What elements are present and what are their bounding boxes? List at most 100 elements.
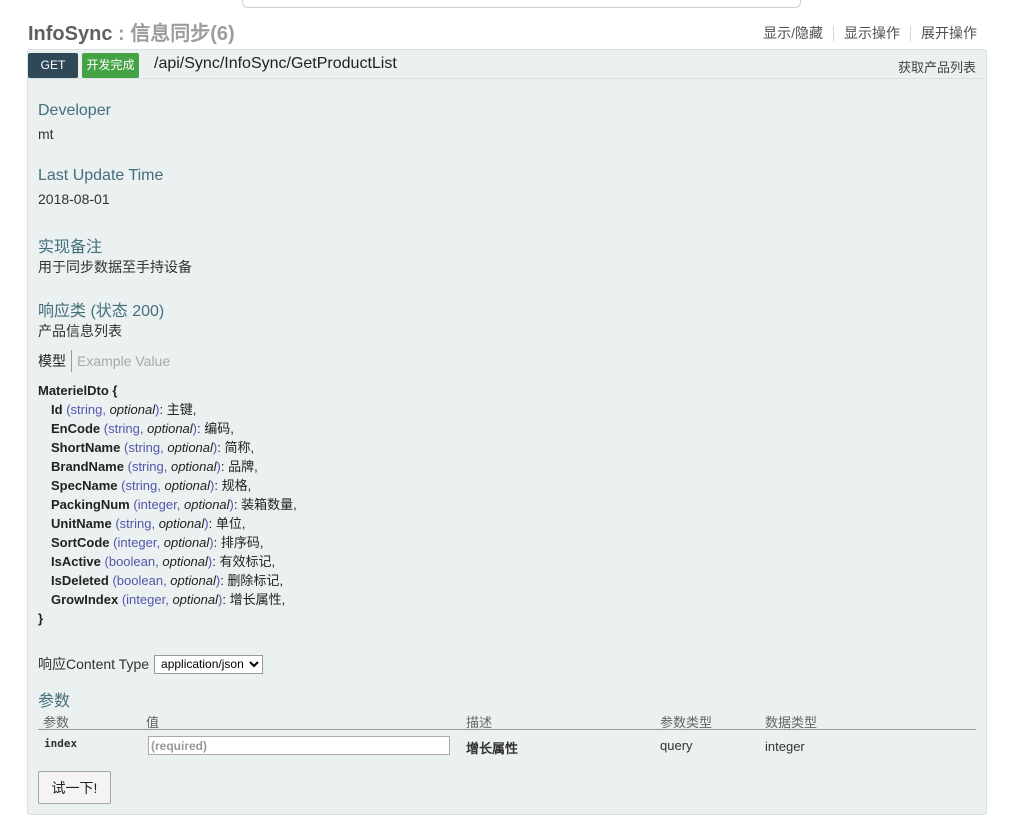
model-close-brace: } [38,611,44,626]
property-colon: : [208,516,216,531]
value-col-header: 值 [146,715,160,730]
property-description: 装箱数量 [241,497,294,512]
try-it-out-button[interactable]: 试一下! [38,771,111,804]
property-description: 品牌 [228,459,255,474]
tab-model[interactable]: 模型 [38,351,71,371]
parameters-table: 参数 值 描述 参数类型 数据类型 index 增长属性 query integ… [38,710,976,762]
model-signature: MaterielDto { Id (string, optional): 主键,… [38,381,297,628]
property-colon: : [213,535,221,550]
property-optional: optional [172,592,218,607]
param-type: query [660,738,693,753]
model-open-brace: { [108,383,118,398]
model-property: UnitName (string, optional): 单位, [38,514,297,533]
property-colon: : [214,478,222,493]
property-comma: , [230,421,234,436]
property-comma: , [247,478,252,493]
response-class-value: 产品信息列表 [38,323,122,339]
expand-operations-link[interactable]: 展开操作 [911,23,977,43]
parameters-heading: 参数 [38,693,71,710]
model-property: IsDeleted (boolean, optional): 删除标记, [38,571,297,590]
property-description: 排序码 [220,535,260,550]
implementation-notes-value: 用于同步数据至手持设备 [38,259,192,275]
data-type-col-header: 数据类型 [765,715,818,730]
response-class-heading: 响应类 (状态 200) [38,303,165,320]
property-description: 有效标记 [219,554,272,569]
property-name: PackingNum [51,497,130,512]
resource-name[interactable]: InfoSync [28,23,112,45]
operation-summary[interactable]: 获取产品列表 [898,57,976,76]
model-property: SpecName (string, optional): 规格, [38,476,297,495]
property-type-comma: , [102,402,110,417]
property-type-comma: , [163,459,171,474]
property-optional: optional [184,497,230,512]
property-description: 删除标记 [227,573,280,588]
model-property: PackingNum (integer, optional): 装箱数量, [38,495,297,514]
property-name: SortCode [51,535,110,550]
property-optional: optional [164,478,211,493]
property-comma: , [192,402,197,417]
param-col-header: 参数 [43,715,70,730]
content-type-select[interactable]: application/json [154,654,264,674]
toggle-show-hide-link[interactable]: 显示/隐藏 [753,23,833,43]
model-property: GrowIndex (integer, optional): 增长属性, [38,590,297,609]
resource-title[interactable]: InfoSync : 信息同步(6) [28,17,235,46]
search-box-edge [242,0,801,8]
list-operations-link[interactable]: 显示操作 [834,23,910,43]
endpoint-path[interactable]: /api/Sync/InfoSync/GetProductList [154,55,397,73]
param-data-type: integer [765,739,805,754]
property-name: EnCode [51,421,101,436]
property-type: boolean [116,573,164,588]
model-tabs: 模型 Example Value [38,349,170,373]
property-comma: , [293,497,297,512]
property-optional: optional [163,535,210,550]
param-name: index [44,737,78,750]
property-comma: , [271,554,276,569]
property-colon: : [220,459,229,474]
tab-divider [71,350,72,372]
model-property: EnCode (string, optional): 编码, [38,419,297,438]
model-open-line: MaterielDto { [38,381,297,400]
property-type-comma: , [156,535,164,550]
http-method-badge[interactable]: GET [28,53,78,78]
property-colon: : [222,592,230,607]
property-name: UnitName [51,516,112,531]
property-type: boolean [108,554,156,569]
property-type: string [119,516,152,531]
property-type: string [128,440,161,455]
property-name: SpecName [51,478,118,493]
description-col-header: 描述 [466,715,493,730]
property-type: integer [137,497,177,512]
property-colon: : [159,402,167,417]
property-name: IsActive [51,554,101,569]
property-comma: , [259,535,264,550]
property-description: 编码 [204,421,231,436]
update-time-value: 2018-08-01 [38,191,110,207]
tab-example-value[interactable]: Example Value [77,353,170,369]
property-type-comma: , [176,497,184,512]
param-description: 增长属性 [466,741,519,756]
property-name: IsDeleted [51,573,109,588]
model-properties: Id (string, optional): 主键, EnCode (string… [38,400,297,609]
property-type: string [131,459,164,474]
resource-separator: : [112,23,131,45]
param-index-input[interactable] [148,736,450,755]
property-type: string [125,478,158,493]
property-type: string [70,402,103,417]
property-description: 单位 [215,516,242,531]
property-optional: optional [170,573,216,588]
parameters-header-row: 参数 值 描述 参数类型 数据类型 [38,710,976,730]
property-optional: optional [147,421,193,436]
property-type: integer [126,592,166,607]
model-property: BrandName (string, optional): 品牌, [38,457,297,476]
property-comma: , [279,573,284,588]
property-optional: optional [170,459,217,474]
resource-description: 信息同步(6) [130,23,235,45]
property-description: 简称 [224,440,251,455]
property-comma: , [254,459,258,474]
property-type: string [108,421,140,436]
property-description: 主键 [166,402,193,417]
property-comma: , [250,440,255,455]
property-name: ShortName [51,440,121,455]
property-optional: optional [162,554,208,569]
operation-header[interactable]: GET 开发完成 /api/Sync/InfoSync/GetProductLi… [28,50,986,79]
